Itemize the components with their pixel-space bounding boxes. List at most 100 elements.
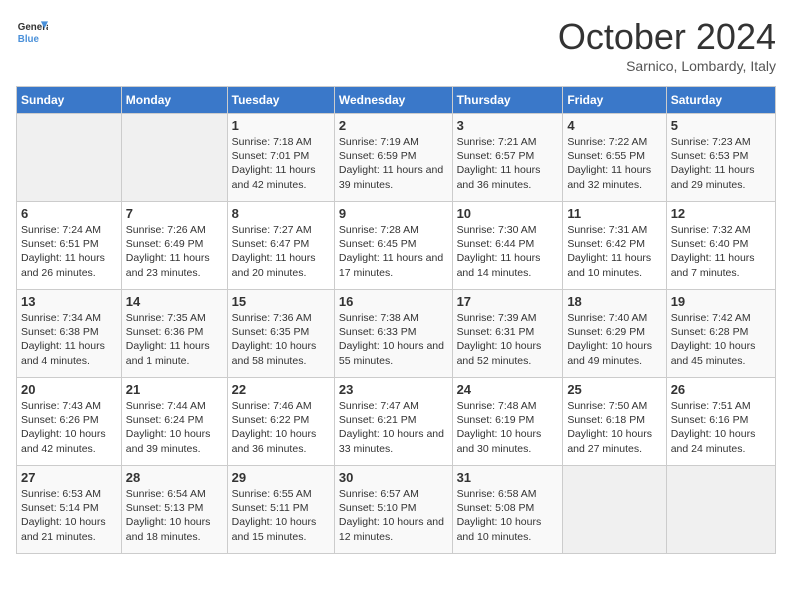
calendar-cell — [121, 114, 227, 202]
calendar-week-5: 27 Sunrise: 6:53 AMSunset: 5:14 PMDayligh… — [17, 466, 776, 554]
calendar-cell: 1 Sunrise: 7:18 AMSunset: 7:01 PMDaylight… — [227, 114, 334, 202]
svg-text:Blue: Blue — [18, 34, 40, 45]
calendar-cell: 18 Sunrise: 7:40 AMSunset: 6:29 PMDayligh… — [563, 290, 666, 378]
day-number: 27 — [21, 470, 117, 485]
calendar-cell — [17, 114, 122, 202]
day-number: 29 — [232, 470, 330, 485]
calendar-cell: 2Sunrise: 7:19 AMSunset: 6:59 PMDaylight… — [334, 114, 452, 202]
day-info: Sunrise: 7:46 AMSunset: 6:22 PMDaylight:… — [232, 399, 330, 456]
calendar-cell: 25 Sunrise: 7:50 AMSunset: 6:18 PMDayligh… — [563, 378, 666, 466]
weekday-header-row: SundayMondayTuesdayWednesdayThursdayFrid… — [17, 87, 776, 114]
day-info: Sunrise: 6:54 AMSunset: 5:13 PMDaylight:… — [126, 487, 223, 544]
day-number: 17 — [457, 294, 559, 309]
calendar-cell: 22 Sunrise: 7:46 AMSunset: 6:22 PMDayligh… — [227, 378, 334, 466]
weekday-header-monday: Monday — [121, 87, 227, 114]
day-info: Sunrise: 7:23 AMSunset: 6:53 PMDaylight:… — [671, 135, 771, 192]
day-number: 12 — [671, 206, 771, 221]
day-info: Sunrise: 7:26 AMSunset: 6:49 PMDaylight:… — [126, 223, 223, 280]
day-number: 31 — [457, 470, 559, 485]
calendar-cell: 6Sunrise: 7:24 AMSunset: 6:51 PMDaylight… — [17, 202, 122, 290]
day-info: Sunrise: 7:18 AMSunset: 7:01 PMDaylight:… — [232, 135, 330, 192]
calendar-cell: 16 Sunrise: 7:38 AMSunset: 6:33 PMDayligh… — [334, 290, 452, 378]
calendar-cell: 28Sunrise: 6:54 AMSunset: 5:13 PMDayligh… — [121, 466, 227, 554]
weekday-header-tuesday: Tuesday — [227, 87, 334, 114]
day-info: Sunrise: 7:27 AMSunset: 6:47 PMDaylight:… — [232, 223, 330, 280]
day-info: Sunrise: 7:51 AMSunset: 6:16 PMDaylight:… — [671, 399, 771, 456]
calendar-cell: 7 Sunrise: 7:26 AMSunset: 6:49 PMDaylight… — [121, 202, 227, 290]
day-number: 3 — [457, 118, 559, 133]
calendar-week-1: 1 Sunrise: 7:18 AMSunset: 7:01 PMDaylight… — [17, 114, 776, 202]
day-number: 14 — [126, 294, 223, 309]
day-info: Sunrise: 7:21 AMSunset: 6:57 PMDaylight:… — [457, 135, 559, 192]
day-number: 2 — [339, 118, 448, 133]
calendar-cell: 12 Sunrise: 7:32 AMSunset: 6:40 PMDayligh… — [666, 202, 775, 290]
day-info: Sunrise: 6:55 AMSunset: 5:11 PMDaylight:… — [232, 487, 330, 544]
calendar-cell: 14 Sunrise: 7:35 AMSunset: 6:36 PMDayligh… — [121, 290, 227, 378]
day-number: 13 — [21, 294, 117, 309]
day-number: 24 — [457, 382, 559, 397]
calendar-week-4: 20 Sunrise: 7:43 AMSunset: 6:26 PMDayligh… — [17, 378, 776, 466]
calendar-week-3: 13 Sunrise: 7:34 AMSunset: 6:38 PMDayligh… — [17, 290, 776, 378]
day-info: Sunrise: 7:34 AMSunset: 6:38 PMDaylight:… — [21, 311, 117, 368]
day-number: 9 — [339, 206, 448, 221]
day-info: Sunrise: 7:38 AMSunset: 6:33 PMDaylight:… — [339, 311, 448, 368]
day-number: 23 — [339, 382, 448, 397]
day-info: Sunrise: 7:22 AMSunset: 6:55 PMDaylight:… — [567, 135, 661, 192]
day-number: 25 — [567, 382, 661, 397]
weekday-header-saturday: Saturday — [666, 87, 775, 114]
day-info: Sunrise: 7:35 AMSunset: 6:36 PMDaylight:… — [126, 311, 223, 368]
day-number: 16 — [339, 294, 448, 309]
month-title: October 2024 — [558, 16, 776, 58]
calendar-cell: 29 Sunrise: 6:55 AMSunset: 5:11 PMDayligh… — [227, 466, 334, 554]
day-number: 18 — [567, 294, 661, 309]
calendar-cell — [666, 466, 775, 554]
weekday-header-friday: Friday — [563, 87, 666, 114]
logo-icon: General Blue — [16, 16, 48, 48]
weekday-header-wednesday: Wednesday — [334, 87, 452, 114]
day-number: 1 — [232, 118, 330, 133]
location: Sarnico, Lombardy, Italy — [558, 58, 776, 74]
calendar-cell: 31 Sunrise: 6:58 AMSunset: 5:08 PMDayligh… — [452, 466, 563, 554]
day-number: 22 — [232, 382, 330, 397]
day-info: Sunrise: 7:30 AMSunset: 6:44 PMDaylight:… — [457, 223, 559, 280]
day-info: Sunrise: 6:53 AMSunset: 5:14 PMDaylight:… — [21, 487, 117, 544]
calendar-cell: 9 Sunrise: 7:28 AMSunset: 6:45 PMDaylight… — [334, 202, 452, 290]
day-info: Sunrise: 7:43 AMSunset: 6:26 PMDaylight:… — [21, 399, 117, 456]
day-info: Sunrise: 7:40 AMSunset: 6:29 PMDaylight:… — [567, 311, 661, 368]
day-number: 21 — [126, 382, 223, 397]
calendar-cell: 11Sunrise: 7:31 AMSunset: 6:42 PMDayligh… — [563, 202, 666, 290]
day-number: 5 — [671, 118, 771, 133]
day-number: 8 — [232, 206, 330, 221]
calendar-cell: 3 Sunrise: 7:21 AMSunset: 6:57 PMDaylight… — [452, 114, 563, 202]
calendar-cell: 21 Sunrise: 7:44 AMSunset: 6:24 PMDayligh… — [121, 378, 227, 466]
calendar-cell: 20 Sunrise: 7:43 AMSunset: 6:26 PMDayligh… — [17, 378, 122, 466]
calendar-cell: 8 Sunrise: 7:27 AMSunset: 6:47 PMDaylight… — [227, 202, 334, 290]
calendar-cell: 23 Sunrise: 7:47 AMSunset: 6:21 PMDayligh… — [334, 378, 452, 466]
day-info: Sunrise: 7:44 AMSunset: 6:24 PMDaylight:… — [126, 399, 223, 456]
day-info: Sunrise: 7:42 AMSunset: 6:28 PMDaylight:… — [671, 311, 771, 368]
calendar-week-2: 6Sunrise: 7:24 AMSunset: 6:51 PMDaylight… — [17, 202, 776, 290]
day-number: 20 — [21, 382, 117, 397]
calendar-cell: 4 Sunrise: 7:22 AMSunset: 6:55 PMDaylight… — [563, 114, 666, 202]
calendar-cell: 5 Sunrise: 7:23 AMSunset: 6:53 PMDaylight… — [666, 114, 775, 202]
day-info: Sunrise: 6:57 AMSunset: 5:10 PMDaylight:… — [339, 487, 448, 544]
calendar-cell: 10Sunrise: 7:30 AMSunset: 6:44 PMDayligh… — [452, 202, 563, 290]
day-number: 7 — [126, 206, 223, 221]
calendar-cell: 19Sunrise: 7:42 AMSunset: 6:28 PMDayligh… — [666, 290, 775, 378]
day-info: Sunrise: 7:36 AMSunset: 6:35 PMDaylight:… — [232, 311, 330, 368]
day-info: Sunrise: 7:24 AMSunset: 6:51 PMDaylight:… — [21, 223, 117, 280]
calendar-cell: 17Sunrise: 7:39 AMSunset: 6:31 PMDayligh… — [452, 290, 563, 378]
day-info: Sunrise: 7:50 AMSunset: 6:18 PMDaylight:… — [567, 399, 661, 456]
calendar-cell — [563, 466, 666, 554]
day-info: Sunrise: 7:47 AMSunset: 6:21 PMDaylight:… — [339, 399, 448, 456]
calendar-table: SundayMondayTuesdayWednesdayThursdayFrid… — [16, 86, 776, 554]
logo: General Blue — [16, 16, 48, 48]
day-number: 4 — [567, 118, 661, 133]
day-info: Sunrise: 7:28 AMSunset: 6:45 PMDaylight:… — [339, 223, 448, 280]
day-number: 15 — [232, 294, 330, 309]
day-info: Sunrise: 6:58 AMSunset: 5:08 PMDaylight:… — [457, 487, 559, 544]
day-number: 11 — [567, 206, 661, 221]
calendar-cell: 26Sunrise: 7:51 AMSunset: 6:16 PMDayligh… — [666, 378, 775, 466]
page-header: General Blue October 2024 Sarnico, Lomba… — [16, 16, 776, 74]
day-info: Sunrise: 7:32 AMSunset: 6:40 PMDaylight:… — [671, 223, 771, 280]
